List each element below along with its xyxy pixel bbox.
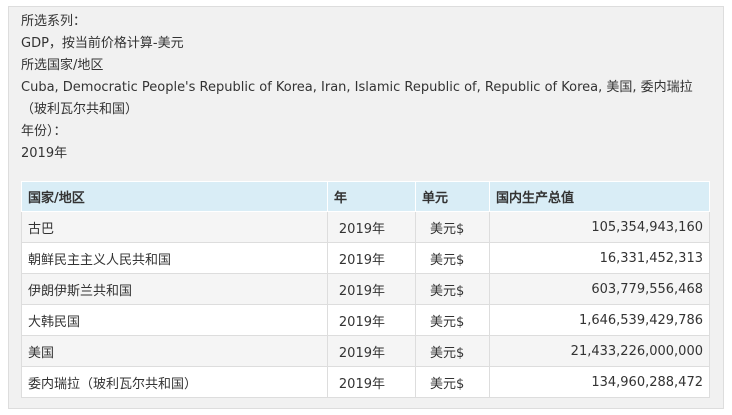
country-label: 所选国家/地区 [21,58,104,73]
column-header-country[interactable]: 国家/地区 [21,181,328,212]
cell-year: 2019年 [327,366,416,398]
year-label: 年份）： [21,124,67,139]
cell-gdp: 1,646,539,429,786 [489,304,710,336]
gdp-table: 国家/地区 年 单元 国内生产总值 古巴 2019年 美元$ 105,354,9… [21,181,710,398]
cell-gdp: 21,433,226,000,000 [489,335,710,367]
cell-unit: 美元$ [415,242,490,274]
selection-summary: 所选系列： GDP，按当前价格计算-美元 所选国家/地区 Cuba, Democ… [21,11,711,165]
table-row: 美国 2019年 美元$ 21,433,226,000,000 [21,335,710,367]
cell-year: 2019年 [327,211,416,243]
cell-year: 2019年 [327,273,416,305]
cell-country: 朝鲜民主主义人民共和国 [21,242,328,274]
cell-unit: 美元$ [415,366,490,398]
cell-gdp: 603,779,556,468 [489,273,710,305]
table-header-row: 国家/地区 年 单元 国内生产总值 [21,181,710,212]
query-result-panel: 所选系列： GDP，按当前价格计算-美元 所选国家/地区 Cuba, Democ… [8,6,724,409]
cell-unit: 美元$ [415,304,490,336]
table-row: 古巴 2019年 美元$ 105,354,943,160 [21,211,710,243]
column-header-gdp[interactable]: 国内生产总值 [489,181,710,212]
cell-year: 2019年 [327,335,416,367]
series-value: GDP，按当前价格计算-美元 [21,36,184,51]
cell-country: 大韩民国 [21,304,328,336]
table-row: 朝鲜民主主义人民共和国 2019年 美元$ 16,331,452,313 [21,242,710,274]
cell-gdp: 105,354,943,160 [489,211,710,243]
cell-country: 伊朗伊斯兰共和国 [21,273,328,305]
column-header-unit[interactable]: 单元 [415,181,490,212]
country-value: Cuba, Democratic People's Republic of Ko… [21,80,693,95]
cell-country: 美国 [21,335,328,367]
cell-gdp: 134,960,288,472 [489,366,710,398]
table-row: 委内瑞拉（玻利瓦尔共和国） 2019年 美元$ 134,960,288,472 [21,366,710,398]
cell-unit: 美元$ [415,335,490,367]
country-value-continued: （玻利瓦尔共和国） [21,102,139,117]
cell-country: 委内瑞拉（玻利瓦尔共和国） [21,366,328,398]
cell-unit: 美元$ [415,211,490,243]
column-header-year[interactable]: 年 [327,181,416,212]
gdp-table-container: 国家/地区 年 单元 国内生产总值 古巴 2019年 美元$ 105,354,9… [21,181,710,398]
table-row: 伊朗伊斯兰共和国 2019年 美元$ 603,779,556,468 [21,273,710,305]
cell-country: 古巴 [21,211,328,243]
series-label: 所选系列： [21,14,87,29]
cell-year: 2019年 [327,242,416,274]
cell-unit: 美元$ [415,273,490,305]
cell-year: 2019年 [327,304,416,336]
table-row: 大韩民国 2019年 美元$ 1,646,539,429,786 [21,304,710,336]
year-value: 2019年 [21,146,68,161]
cell-gdp: 16,331,452,313 [489,242,710,274]
